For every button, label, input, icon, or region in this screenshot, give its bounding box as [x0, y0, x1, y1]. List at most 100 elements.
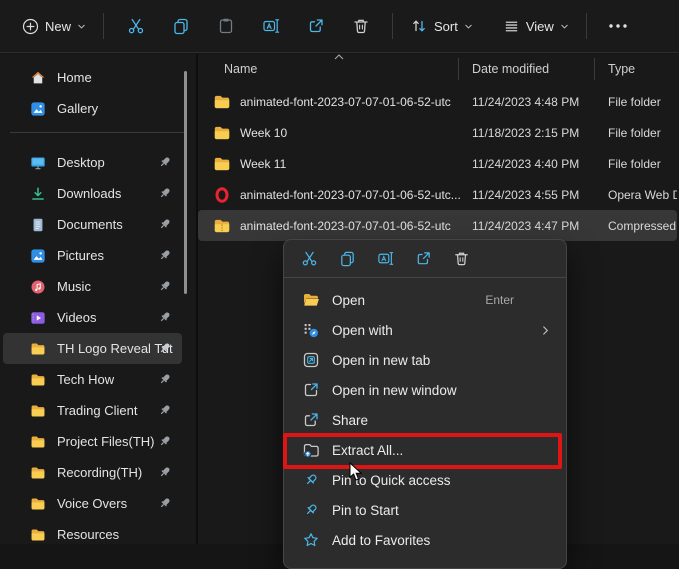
- column-label: Type: [608, 62, 636, 76]
- menu-item-share[interactable]: Share: [284, 405, 566, 435]
- column-header-date[interactable]: Date modified: [465, 62, 601, 76]
- file-name: animated-font-2023-07-07-01-06-52-utc...: [240, 187, 461, 202]
- sort-button[interactable]: Sort: [402, 8, 481, 44]
- rename-button[interactable]: [248, 8, 293, 44]
- file-name: Week 10: [240, 125, 288, 140]
- folder-icon: [30, 465, 46, 481]
- file-row[interactable]: Week 11 11/24/2023 4:40 PM File folder: [198, 148, 677, 179]
- sidebar-item-resources[interactable]: Resources: [3, 519, 182, 550]
- sort-ascending-icon: [334, 54, 344, 60]
- sidebar-item-label: Gallery: [57, 101, 99, 116]
- folder-icon: [212, 93, 232, 111]
- gallery-icon: [30, 101, 46, 117]
- menu-item-extract-all[interactable]: Extract All...: [284, 435, 566, 465]
- file-date: 11/24/2023 4:55 PM: [472, 187, 580, 202]
- folder-icon: [212, 124, 232, 142]
- menu-item-open[interactable]: Open Enter: [284, 285, 566, 315]
- menu-item-label: Add to Favorites: [332, 532, 431, 548]
- file-type: File folder: [608, 156, 661, 171]
- sidebar-item-desktop[interactable]: Desktop: [3, 147, 182, 178]
- pin-icon: [158, 279, 172, 293]
- file-row[interactable]: animated-font-2023-07-07-01-06-52-utc...…: [198, 179, 677, 210]
- sidebar-item-downloads[interactable]: Downloads: [3, 178, 182, 209]
- sort-arrows-icon: [410, 17, 428, 35]
- context-menu-quick-actions: [284, 240, 566, 277]
- share-button[interactable]: [406, 245, 440, 273]
- menu-item-open-with[interactable]: Open with: [284, 315, 566, 345]
- menu-item-open-in-new-tab[interactable]: Open in new tab: [284, 345, 566, 375]
- share-icon: [302, 411, 320, 429]
- column-label: Name: [224, 62, 258, 76]
- sidebar-item-label: Home: [57, 70, 92, 85]
- rename-icon: [377, 250, 394, 267]
- sidebar-item-label: Music: [57, 279, 91, 294]
- column-divider[interactable]: [458, 58, 459, 80]
- share-button[interactable]: [293, 8, 338, 44]
- file-name: Week 11: [240, 156, 287, 171]
- menu-item-add-to-favorites[interactable]: Add to Favorites: [284, 525, 566, 555]
- copy-button[interactable]: [158, 8, 203, 44]
- sidebar-item-label: Pictures: [57, 248, 104, 263]
- file-date: 11/24/2023 4:48 PM: [472, 94, 580, 109]
- copy-icon: [172, 17, 190, 35]
- folder-icon: [30, 372, 46, 388]
- pin-icon: [158, 434, 172, 448]
- open-folder-icon: [302, 291, 320, 309]
- delete-button[interactable]: [338, 8, 383, 44]
- copy-button[interactable]: [330, 245, 364, 273]
- sidebar-item-trading-client[interactable]: Trading Client: [3, 395, 182, 426]
- pin-icon: [158, 217, 172, 231]
- view-lines-icon: [503, 18, 520, 35]
- delete-icon: [453, 250, 470, 267]
- sidebar-item-tech-how[interactable]: Tech How: [3, 364, 182, 395]
- sidebar-scrollbar[interactable]: [184, 71, 187, 294]
- shortcut-label: Enter: [485, 293, 514, 307]
- cut-button[interactable]: [113, 8, 158, 44]
- column-label: Date modified: [472, 62, 550, 76]
- file-name: animated-font-2023-07-07-01-06-52-utc: [240, 94, 451, 109]
- cut-icon: [127, 17, 145, 35]
- menu-item-pin-to-quick-access[interactable]: Pin to Quick access: [284, 465, 566, 495]
- menu-item-label: Extract All...: [332, 442, 404, 458]
- sidebar-item-label: Recording(TH): [57, 465, 143, 480]
- delete-button[interactable]: [444, 245, 478, 273]
- column-header-type[interactable]: Type: [601, 62, 679, 76]
- pin-icon: [158, 248, 172, 262]
- view-button[interactable]: View: [495, 8, 577, 44]
- rename-icon: [262, 17, 280, 35]
- sidebar-item-label: Tech How: [57, 372, 115, 387]
- sidebar-item-music[interactable]: Music: [3, 271, 182, 302]
- sidebar-item-voice-overs[interactable]: Voice Overs: [3, 488, 182, 519]
- file-date: 11/18/2023 2:15 PM: [472, 125, 580, 140]
- file-row[interactable]: animated-font-2023-07-07-01-06-52-utc 11…: [198, 86, 677, 117]
- column-header-name[interactable]: Name: [198, 54, 465, 76]
- sidebar-item-recording-th[interactable]: Recording(TH): [3, 457, 182, 488]
- command-bar: New Sort View: [0, 0, 679, 53]
- cut-button[interactable]: [292, 245, 326, 273]
- sidebar-item-videos[interactable]: Videos: [3, 302, 182, 333]
- rename-button[interactable]: [368, 245, 402, 273]
- pin-icon: [158, 496, 172, 510]
- plus-circle-icon: [22, 18, 39, 35]
- sidebar-item-th-logo-reveal-tut[interactable]: TH Logo Reveal Tut: [3, 333, 182, 364]
- file-date: 11/24/2023 4:47 PM: [472, 218, 580, 233]
- sidebar-item-home[interactable]: Home: [3, 62, 182, 93]
- menu-item-label: Open in new tab: [332, 352, 431, 368]
- file-row[interactable]: Week 10 11/18/2023 2:15 PM File folder: [198, 117, 677, 148]
- more-options-button[interactable]: [596, 8, 641, 44]
- file-row-selected[interactable]: animated-font-2023-07-07-01-06-52-utc 11…: [198, 210, 677, 241]
- menu-item-open-in-new-window[interactable]: Open in new window: [284, 375, 566, 405]
- folder-icon: [30, 403, 46, 419]
- chevron-down-icon: [77, 22, 86, 31]
- new-button[interactable]: New: [14, 8, 94, 44]
- paste-icon: [217, 17, 235, 35]
- menu-item-pin-to-start[interactable]: Pin to Start: [284, 495, 566, 525]
- paste-button[interactable]: [203, 8, 248, 44]
- open-with-icon: [302, 321, 320, 339]
- sidebar-item-project-files-th[interactable]: Project Files(TH): [3, 426, 182, 457]
- sidebar-item-pictures[interactable]: Pictures: [3, 240, 182, 271]
- file-type: File folder: [608, 125, 661, 140]
- column-divider[interactable]: [594, 58, 595, 80]
- sidebar-item-gallery[interactable]: Gallery: [3, 93, 182, 124]
- sidebar-item-documents[interactable]: Documents: [3, 209, 182, 240]
